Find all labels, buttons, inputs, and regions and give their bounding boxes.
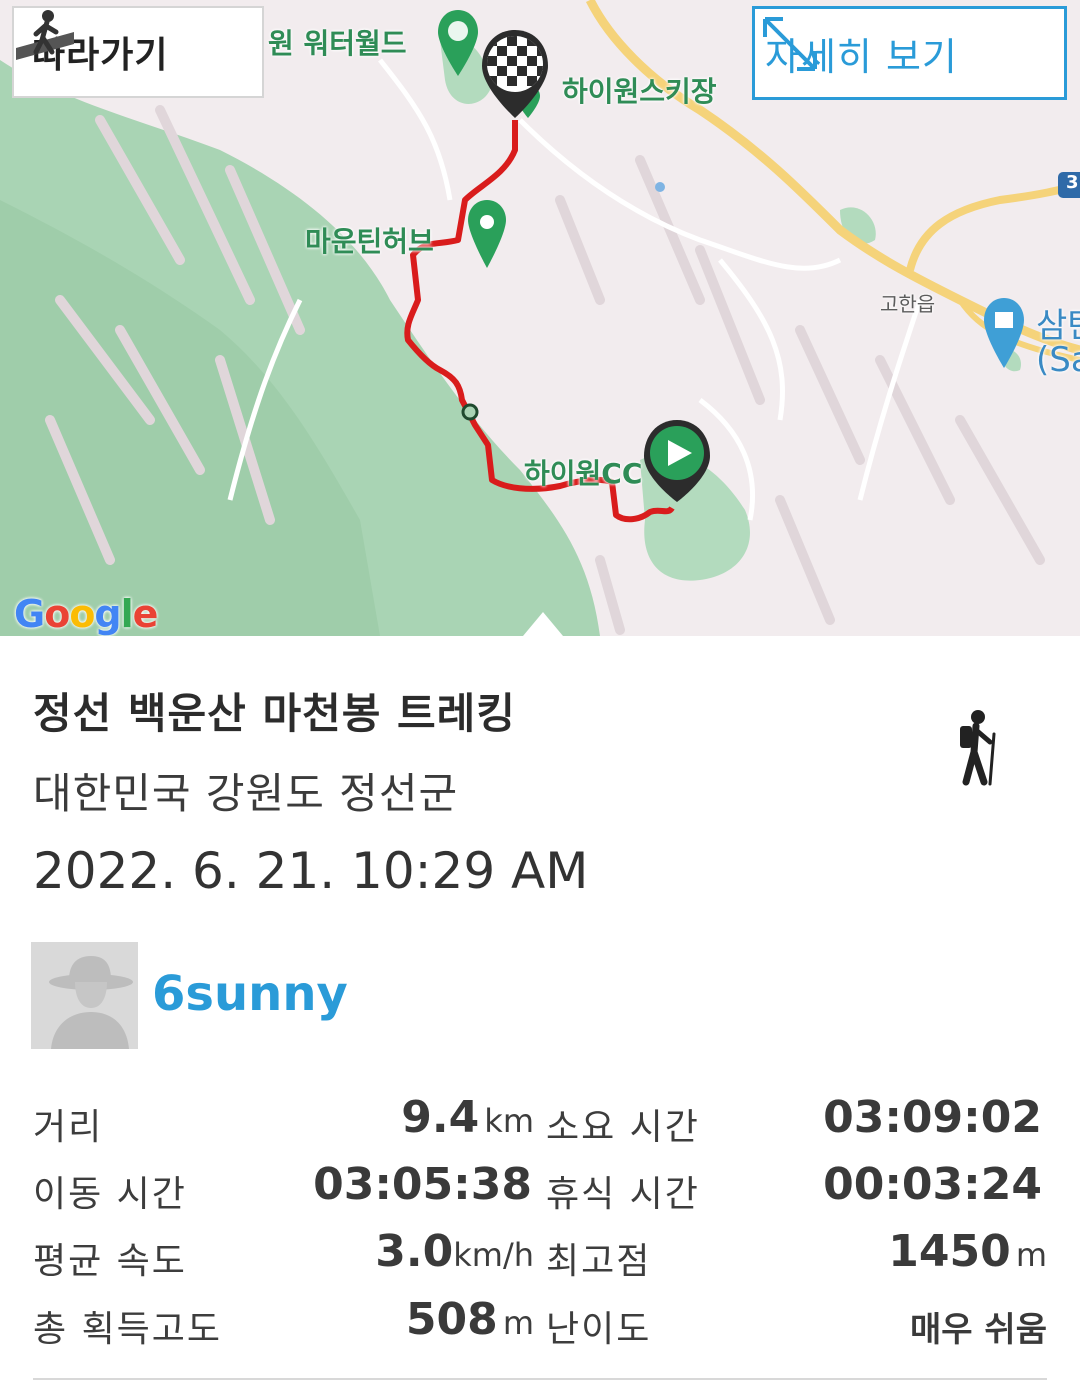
stat-distance-label: 거리 (33, 1107, 104, 1148)
stat-avg-speed-value: 3.0 (375, 1226, 454, 1277)
place-label-waterworld: 원 워터월드 (268, 27, 407, 60)
map-callout-pointer (523, 612, 563, 636)
place-label-samtan-sub: (Sa (1036, 340, 1080, 380)
km-marker (461, 403, 479, 421)
track-title: 정선 백운산 마천봉 트레킹 (33, 689, 516, 738)
follow-walker-icon (16, 10, 74, 60)
mountain-hub-pin-icon (468, 200, 506, 268)
stat-total-gain-unit: m (502, 1304, 534, 1342)
road-number: 3 (1066, 172, 1079, 193)
place-label-ski: 하이원스키장 (562, 75, 717, 108)
track-datetime: 2022. 6. 21. 10:29 AM (33, 842, 589, 900)
place-label-gohan: 고한읍 (880, 292, 936, 316)
route-map[interactable]: 원 워터월드 하이원스키장 마운틴허브 하이원CC 고한읍 삼탄 (Sa 3 G… (0, 0, 1080, 636)
stat-rest-time-value: 00:03:24 (823, 1159, 1042, 1210)
stat-total-gain-label: 총 획득고도 (33, 1309, 223, 1350)
stat-max-elevation-label: 최고점 (546, 1241, 652, 1282)
stat-total-gain-value: 508 (405, 1294, 498, 1345)
follow-button[interactable]: 따라가기 (12, 6, 264, 98)
main-road-2 (906, 181, 1080, 272)
stat-max-elevation-value: 1450 (888, 1226, 1011, 1277)
hiker-icon (960, 710, 996, 786)
stat-moving-time-label: 이동 시간 (33, 1174, 187, 1215)
stat-total-gain-value-group: 508 m (406, 1294, 534, 1345)
stat-max-elevation-value-group: 1450 m (888, 1226, 1047, 1277)
stat-difficulty-value: 매우 쉬움 (910, 1310, 1047, 1350)
user-avatar[interactable] (31, 942, 138, 1049)
expand-icon (763, 17, 817, 71)
user-name-link[interactable]: 6sunny (152, 966, 348, 1022)
stat-distance-unit: km (484, 1102, 534, 1140)
stat-distance-value: 9.4 (401, 1092, 480, 1143)
stat-moving-time-value: 03:05:38 (313, 1159, 532, 1210)
stat-total-time-value: 03:09:02 (823, 1092, 1042, 1143)
view-detail-button[interactable]: 자세히 보기 (752, 6, 1067, 100)
finish-pin-icon[interactable] (482, 30, 548, 118)
stat-distance-value-group: 9.4 km (401, 1092, 534, 1143)
stat-avg-speed-value-group: 3.0km/h (375, 1226, 534, 1277)
stat-rest-time-label: 휴식 시간 (546, 1174, 700, 1215)
track-location: 대한민국 강원도 정선군 (33, 769, 459, 818)
stat-avg-speed-label: 평균 속도 (33, 1241, 187, 1282)
avatar-silhouette-icon (31, 942, 138, 1049)
stat-total-time-label: 소요 시간 (546, 1107, 700, 1148)
bottom-divider (33, 1378, 1047, 1380)
water-dot (655, 182, 665, 192)
stat-max-elevation-unit: m (1015, 1236, 1047, 1274)
stat-difficulty-label: 난이도 (546, 1309, 652, 1350)
google-logo: Google (14, 592, 158, 636)
stat-avg-speed-unit: km/h (453, 1236, 534, 1274)
place-label-high1-cc: 하이원CC (524, 457, 643, 490)
place-label-mountain-hub: 마운틴허브 (305, 225, 434, 258)
